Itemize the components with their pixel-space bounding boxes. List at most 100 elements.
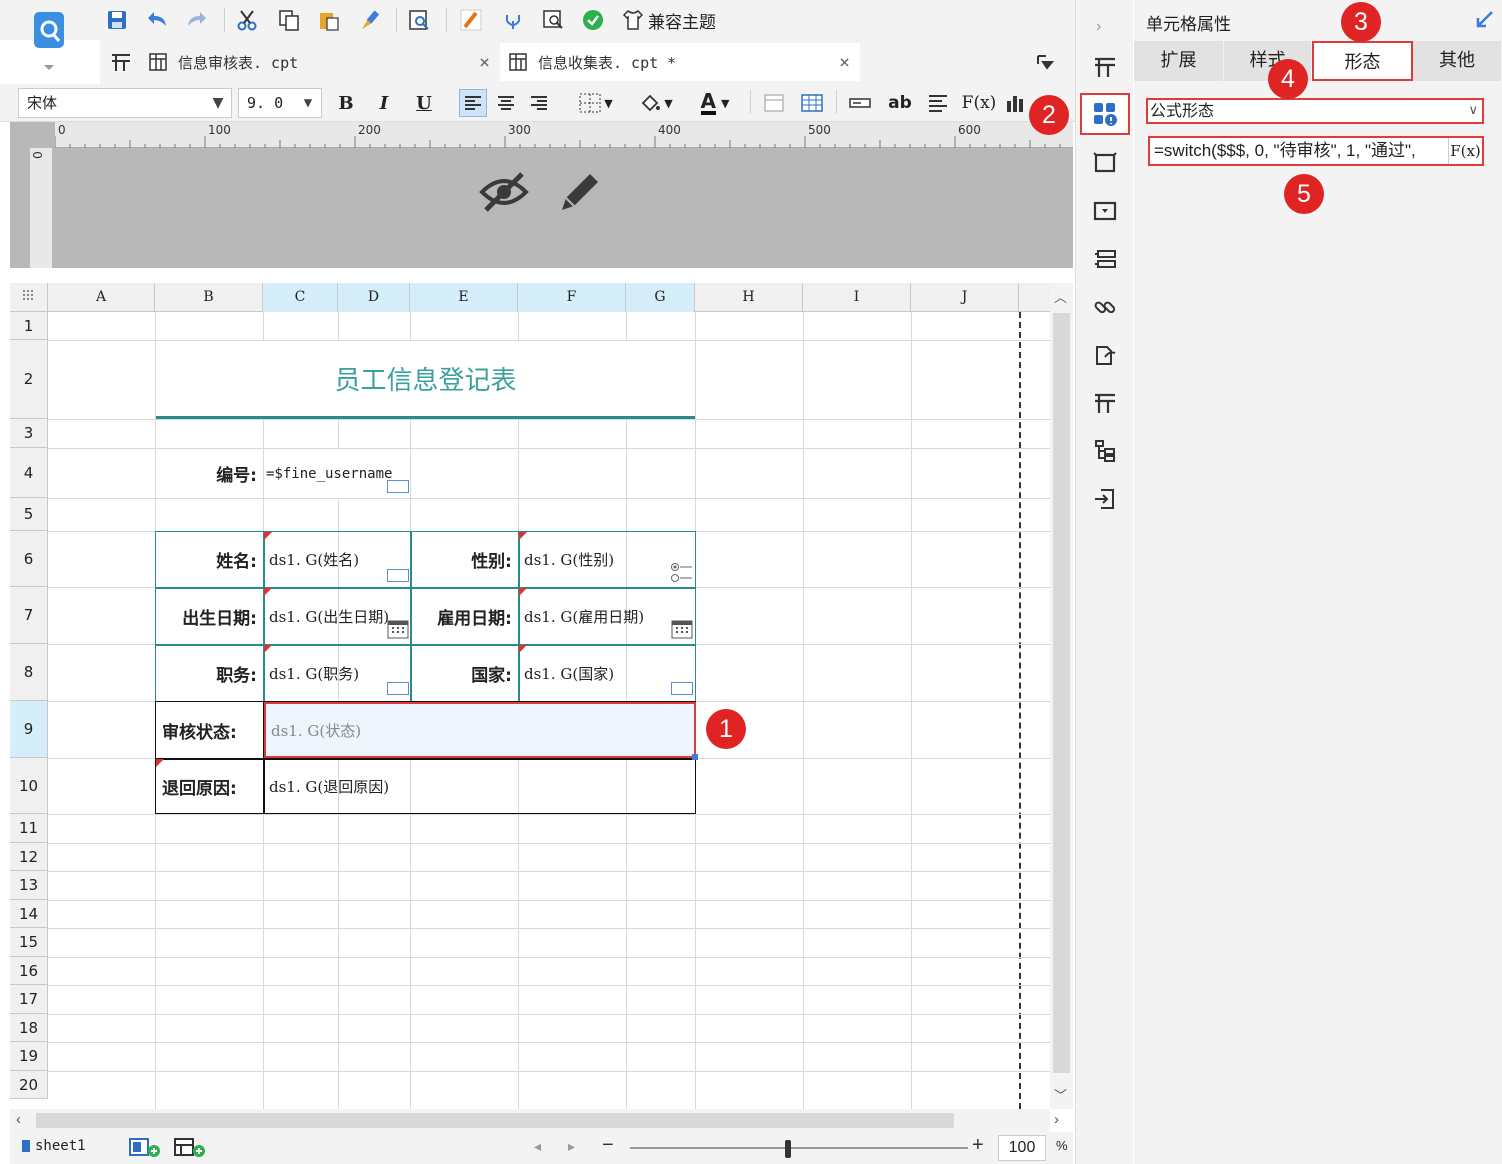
redo-icon[interactable] bbox=[184, 6, 210, 34]
scroll-thumb[interactable] bbox=[36, 1113, 954, 1128]
zoom-slider-track[interactable] bbox=[630, 1147, 968, 1149]
tab-other[interactable]: 其他 bbox=[1413, 41, 1502, 81]
export-doc-icon[interactable] bbox=[1090, 340, 1120, 370]
sheet-tab-sheet1[interactable]: sheet1 bbox=[22, 1138, 86, 1154]
align-right-button[interactable] bbox=[525, 89, 553, 117]
zoom-out-button[interactable]: − bbox=[602, 1134, 614, 1157]
tab-expand[interactable]: 扩展 bbox=[1134, 41, 1224, 81]
zoom-input[interactable]: 100 bbox=[998, 1135, 1046, 1161]
column-header-d[interactable]: D bbox=[338, 283, 410, 312]
compatible-theme-button[interactable]: 兼容主题 bbox=[622, 6, 716, 34]
row-header-1[interactable]: 1 bbox=[10, 312, 48, 340]
chevron-up-icon[interactable]: ︿ bbox=[1054, 287, 1067, 306]
column-header-h[interactable]: H bbox=[695, 283, 803, 312]
pin-arrow-icon[interactable] bbox=[1474, 10, 1494, 33]
horizontal-scrollbar[interactable]: ‹ › bbox=[10, 1109, 1059, 1132]
add-sheet-icon[interactable] bbox=[128, 1136, 162, 1161]
row-header-6[interactable]: 6 bbox=[10, 531, 48, 587]
gender-label[interactable]: 性别: bbox=[411, 532, 518, 587]
debug-icon[interactable] bbox=[500, 6, 526, 34]
gender-value-cell[interactable]: ds1. G(性别) bbox=[519, 532, 695, 587]
check-icon[interactable] bbox=[580, 6, 606, 34]
label-button[interactable]: ab bbox=[884, 89, 916, 117]
edit-pencil-icon[interactable] bbox=[556, 168, 604, 219]
column-header-a[interactable]: A bbox=[48, 283, 155, 312]
spreadsheet-grid[interactable]: A B C D E F G H I J 1 2 3 4 5 6 7 8 9 10… bbox=[10, 283, 1050, 1109]
status-value-cell-selected[interactable]: ds1. G(状态) bbox=[264, 702, 696, 758]
row-header-3[interactable]: 3 bbox=[10, 419, 48, 448]
hide-eye-icon[interactable] bbox=[478, 166, 530, 221]
formula-button[interactable]: F(x) bbox=[962, 89, 997, 117]
column-header-e[interactable]: E bbox=[410, 283, 518, 312]
row-header-2[interactable]: 2 bbox=[10, 340, 48, 419]
prev-sheet-icon[interactable]: ◂ bbox=[534, 1138, 541, 1155]
border-button[interactable]: ▼ bbox=[572, 89, 620, 117]
close-icon[interactable]: × bbox=[839, 52, 850, 73]
save-icon[interactable] bbox=[104, 6, 130, 34]
chevron-down-icon[interactable]: ﹀ bbox=[1054, 1085, 1067, 1104]
row-header-8[interactable]: 8 bbox=[10, 644, 48, 701]
report-title[interactable]: 员工信息登记表 bbox=[156, 341, 695, 419]
column-header-k[interactable] bbox=[1019, 283, 1050, 312]
add-dashboard-icon[interactable] bbox=[173, 1136, 207, 1161]
tab-info-collect[interactable]: 信息收集表. cpt * × bbox=[500, 43, 860, 81]
column-header-i[interactable]: I bbox=[803, 283, 911, 312]
reason-label[interactable]: 退回原因: bbox=[156, 759, 263, 814]
chevron-left-icon[interactable]: ‹ bbox=[16, 1111, 21, 1128]
country-value-cell[interactable]: ds1. G(国家) bbox=[519, 645, 695, 701]
vertical-scrollbar[interactable]: ︿ ﹀ bbox=[1050, 283, 1073, 1109]
row-header-15[interactable]: 15 bbox=[10, 928, 48, 957]
text-field-button[interactable] bbox=[846, 89, 874, 117]
column-header-c[interactable]: C bbox=[263, 283, 338, 312]
frozen-pane-icon[interactable] bbox=[1090, 52, 1120, 82]
chart-button[interactable] bbox=[1002, 89, 1030, 117]
search-report-icon[interactable] bbox=[540, 6, 566, 34]
row-header-7[interactable]: 7 bbox=[10, 587, 48, 644]
name-label[interactable]: 姓名: bbox=[156, 532, 263, 587]
row-header-13[interactable]: 13 bbox=[10, 871, 48, 900]
tree-structure-icon[interactable] bbox=[1090, 436, 1120, 466]
column-header-g[interactable]: G bbox=[626, 283, 695, 312]
birth-label[interactable]: 出生日期: bbox=[156, 588, 263, 644]
column-header-b[interactable]: B bbox=[155, 283, 263, 312]
id-label[interactable]: 编号: bbox=[156, 449, 263, 498]
cut-icon[interactable] bbox=[234, 6, 260, 34]
text-align-button[interactable] bbox=[924, 89, 952, 117]
expand-arrow-icon[interactable]: › bbox=[1096, 18, 1101, 36]
status-label[interactable]: 审核状态: bbox=[156, 702, 263, 758]
reason-value-cell[interactable]: ds1. G(退回原因) bbox=[264, 759, 696, 814]
column-header-f[interactable]: F bbox=[518, 283, 626, 312]
font-size-select[interactable]: 9. 0 ▼ bbox=[238, 88, 322, 118]
hyperlink-icon[interactable] bbox=[1090, 292, 1120, 322]
cell-properties-icon[interactable] bbox=[1080, 93, 1130, 135]
hire-label[interactable]: 雇用日期: bbox=[411, 588, 518, 644]
row-header-10[interactable]: 10 bbox=[10, 758, 48, 814]
align-left-button[interactable] bbox=[459, 89, 487, 117]
country-label[interactable]: 国家: bbox=[411, 645, 518, 701]
app-logo-icon[interactable] bbox=[28, 8, 70, 70]
merge-cell-button[interactable] bbox=[760, 89, 788, 117]
cell-element-icon[interactable] bbox=[1090, 148, 1120, 178]
align-center-button[interactable] bbox=[492, 89, 520, 117]
next-sheet-icon[interactable]: ▸ bbox=[568, 1138, 575, 1155]
italic-button[interactable]: I bbox=[370, 89, 398, 117]
row-header-20[interactable]: 20 bbox=[10, 1071, 48, 1099]
row-header-9[interactable]: 9 bbox=[10, 701, 48, 758]
font-color-button[interactable]: A ▼ bbox=[690, 89, 740, 117]
font-name-select[interactable]: 宋体 ▼ bbox=[18, 88, 232, 118]
preview-icon[interactable] bbox=[406, 6, 432, 34]
formula-input[interactable]: =switch($$$, 0, "待审核", 1, "通过", F(x) bbox=[1148, 136, 1484, 166]
formula-editor-button[interactable]: F(x) bbox=[1448, 138, 1482, 164]
tab-info-review[interactable]: 信息审核表. cpt × bbox=[100, 43, 500, 81]
grid-button[interactable] bbox=[798, 89, 826, 117]
paste-icon[interactable] bbox=[316, 6, 342, 34]
row-header-11[interactable]: 11 bbox=[10, 814, 48, 843]
report-grid-icon[interactable] bbox=[1090, 388, 1120, 418]
row-header-18[interactable]: 18 bbox=[10, 1014, 48, 1042]
row-header-17[interactable]: 17 bbox=[10, 985, 48, 1014]
undo-icon[interactable] bbox=[144, 6, 170, 34]
form-type-select[interactable]: 公式形态 ∨ bbox=[1146, 98, 1484, 124]
fill-color-button[interactable]: ▼ bbox=[632, 89, 680, 117]
row-header-16[interactable]: 16 bbox=[10, 957, 48, 985]
format-painter-icon[interactable] bbox=[356, 6, 382, 34]
